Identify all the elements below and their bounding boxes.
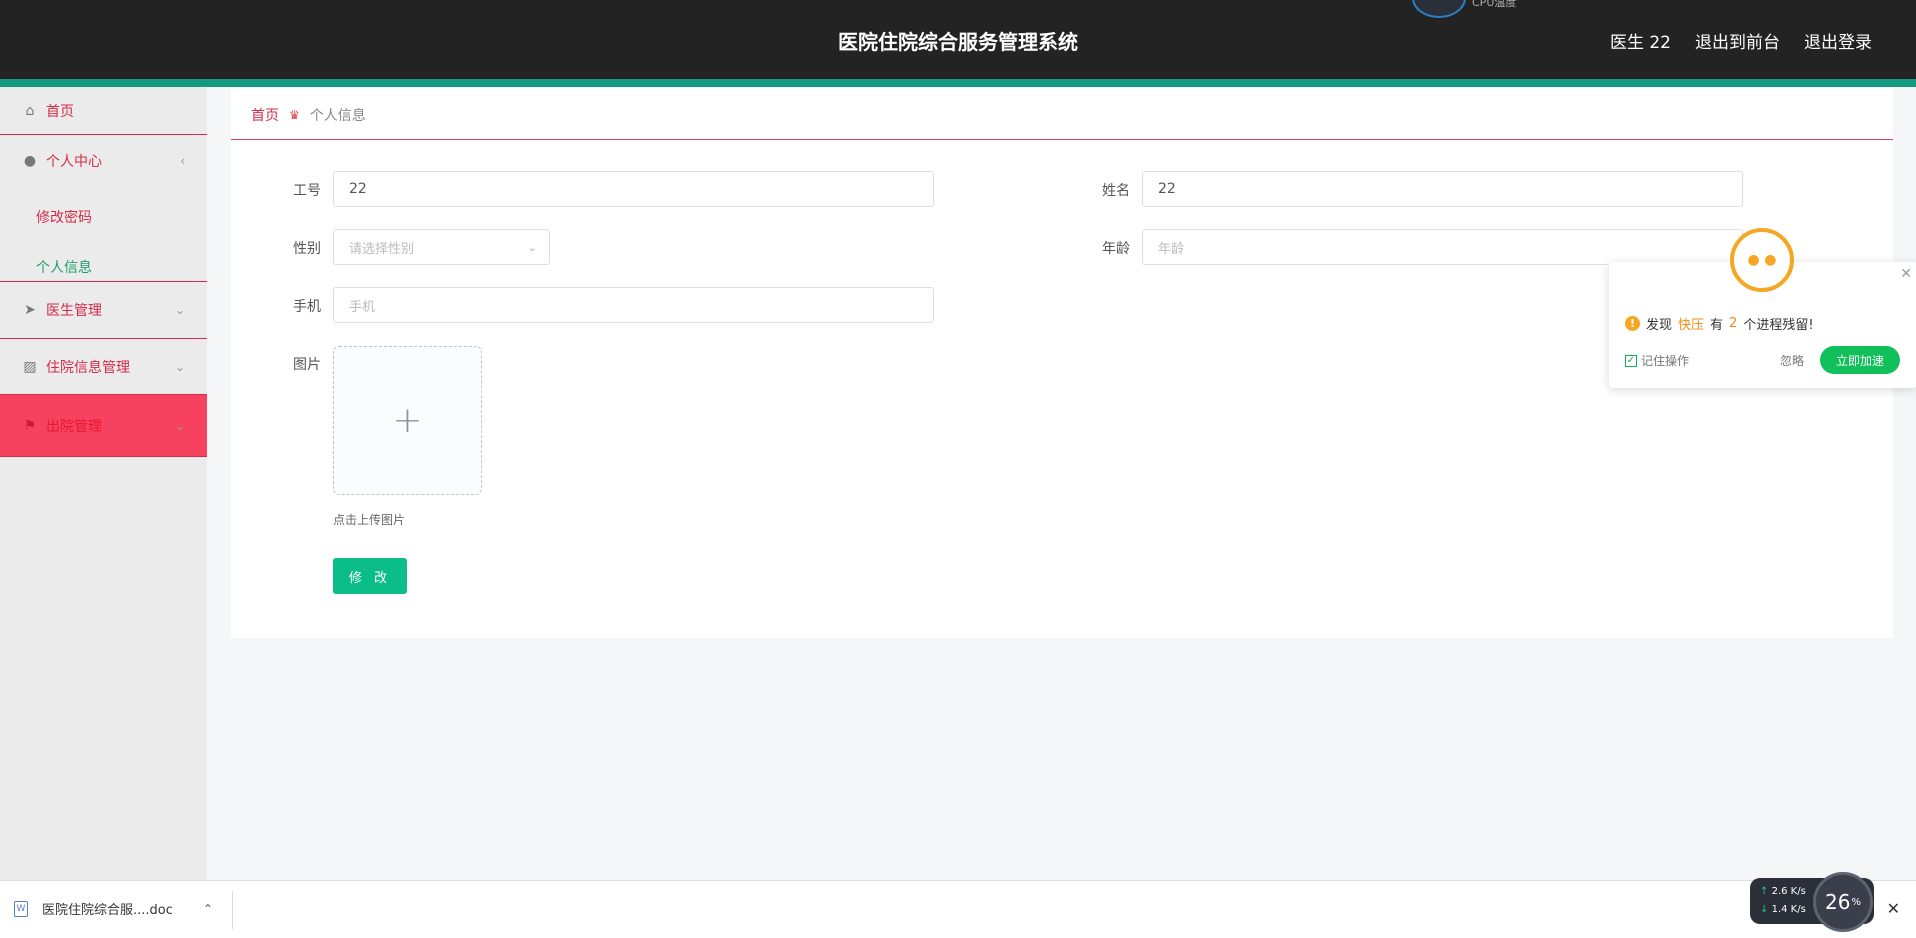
divider [232, 891, 233, 929]
send-icon: ➤ [24, 302, 36, 318]
breadcrumb-current: 个人信息 [309, 108, 366, 124]
cpu-usage-percent: 26 [1825, 890, 1851, 914]
upload-speed-unit: K/s [1790, 886, 1806, 897]
chevron-down-icon: ⌄ [174, 303, 185, 317]
network-speed-widget: ↑ 2.6 K/s ↓ 1.4 K/s 26% [1750, 872, 1874, 932]
chevron-up-icon[interactable]: ⌃ [203, 902, 213, 916]
chevron-down-icon: ⌄ [174, 359, 185, 374]
upload-speed: ↑ 2.6 K/s [1760, 886, 1806, 897]
percent-sign: % [1851, 896, 1861, 908]
remember-label: 记住操作 [1641, 354, 1690, 368]
app-name: 快压 [1678, 318, 1705, 333]
check-icon: ✓ [1625, 354, 1637, 367]
flag-icon: ⚑ [23, 417, 37, 434]
sidebar-item-doctor-management[interactable]: ➤ 医生管理 ⌄ [0, 281, 207, 339]
notification-message: ! 发现 快压 有 2 个进程残留! [1625, 314, 1814, 333]
close-icon[interactable]: ✕ [1900, 266, 1912, 282]
breadcrumb: 首页 ♛ 个人信息 [251, 105, 366, 125]
sidebar: ⌂ 首页 ● 个人中心 ‹ 修改密码 个人信息 ➤ 医生管理 ⌄ ▨ 住院信息管… [0, 87, 207, 880]
phone-label: 手机 [293, 299, 321, 315]
speed-up-button[interactable]: 立即加速 [1820, 346, 1900, 374]
sidebar-item-label: 医生管理 [46, 303, 102, 319]
name-input[interactable]: 22 [1142, 171, 1743, 207]
logout-link[interactable]: 退出登录 [1804, 28, 1872, 53]
cpu-temperature-widget [1412, 0, 1466, 18]
sidebar-subitem-change-password[interactable]: 修改密码 [36, 207, 92, 227]
header-actions: 医生 22 退出到前台 退出登录 [1610, 28, 1872, 53]
back-to-front-link[interactable]: 退出到前台 [1695, 28, 1780, 53]
user-icon: ● [23, 153, 37, 169]
sidebar-item-home[interactable]: ⌂ 首页 [0, 87, 207, 135]
sidebar-item-personal-center[interactable]: ● 个人中心 ‹ [0, 135, 207, 187]
chevron-down-icon: ⌄ [527, 240, 537, 254]
arrow-down-icon: ↓ [1760, 904, 1769, 915]
download-bar: W 医院住院综合服....doc ⌃ ✕ [0, 880, 1916, 938]
sidebar-item-label: 出院管理 [46, 418, 102, 435]
msg-suffix: 个进程残留! [1743, 318, 1814, 333]
sidebar-subitem-personal-info[interactable]: 个人信息 [36, 257, 92, 277]
plus-icon: + [392, 400, 423, 441]
msg-prefix: 发现 [1646, 318, 1673, 333]
submit-edit-button[interactable]: 修 改 [333, 558, 407, 594]
download-file-name: 医院住院综合服....doc [42, 903, 173, 918]
chevron-down-icon: ⌄ [174, 418, 185, 433]
sidebar-item-label: 住院信息管理 [46, 359, 130, 376]
close-icon[interactable]: ✕ [1887, 899, 1900, 918]
process-notification-popup: ● ● ✕ ! 发现 快压 有 2 个进程残留! ✓ 记住操作 忽略 立即加速 [1609, 228, 1916, 388]
sidebar-item-discharge-management[interactable]: ⚑ 出院管理 ⌄ [0, 395, 207, 457]
sidebar-item-label: 个人中心 [46, 154, 102, 170]
download-speed: ↓ 1.4 K/s [1760, 904, 1806, 915]
employee-id-input[interactable]: 22 [333, 171, 934, 207]
breadcrumb-home[interactable]: 首页 [251, 105, 279, 125]
doc-file-icon: W [14, 900, 28, 917]
upload-speed-value: 2.6 [1771, 886, 1788, 897]
mascot-icon: ● ● [1730, 228, 1794, 292]
msg-mid: 有 [1710, 318, 1724, 333]
personal-info-form: 工号 22 姓名 22 性别 请选择性别 ⌄ 年龄 年龄 手机 手机 图片 + … [231, 141, 1893, 638]
cpu-label: CPU温度 [1472, 0, 1517, 9]
age-label: 年龄 [1102, 241, 1130, 257]
home-icon: ⌂ [25, 102, 35, 119]
crown-icon: ♛ [289, 108, 300, 122]
sidebar-item-inpatient-management[interactable]: ▨ 住院信息管理 ⌄ [0, 339, 207, 395]
cpu-usage-gauge: 26% [1813, 872, 1873, 932]
breadcrumb-bar: 首页 ♛ 个人信息 [231, 88, 1893, 140]
download-speed-value: 1.4 [1771, 904, 1788, 915]
upload-tip: 点击上传图片 [333, 513, 406, 527]
age-input[interactable]: 年龄 [1142, 229, 1743, 265]
gender-placeholder: 请选择性别 [349, 241, 415, 257]
current-user: 医生 22 [1609, 33, 1671, 53]
gender-label: 性别 [293, 241, 321, 257]
remember-checkbox[interactable]: ✓ 记住操作 [1625, 352, 1689, 369]
download-speed-unit: K/s [1790, 904, 1806, 915]
image-label: 图片 [293, 357, 321, 373]
header-accent-bar [0, 79, 1916, 87]
arrow-up-icon: ↑ [1760, 886, 1769, 897]
sidebar-item-label: 首页 [46, 103, 74, 120]
chevron-left-icon: ‹ [180, 154, 185, 168]
phone-input[interactable]: 手机 [333, 287, 934, 323]
chart-icon: ▨ [23, 358, 37, 375]
info-icon: ! [1625, 316, 1640, 331]
download-item[interactable]: W 医院住院综合服....doc ⌃ [14, 899, 213, 918]
image-uploader[interactable]: + [333, 346, 482, 495]
gender-select[interactable]: 请选择性别 ⌄ [333, 229, 550, 265]
top-header: CPU温度 医院住院综合服务管理系统 医生 22 退出到前台 退出登录 [0, 0, 1916, 79]
process-count: 2 [1729, 316, 1738, 331]
name-label: 姓名 [1102, 183, 1130, 199]
ignore-button[interactable]: 忽略 [1780, 352, 1804, 369]
employee-id-label: 工号 [293, 183, 321, 199]
